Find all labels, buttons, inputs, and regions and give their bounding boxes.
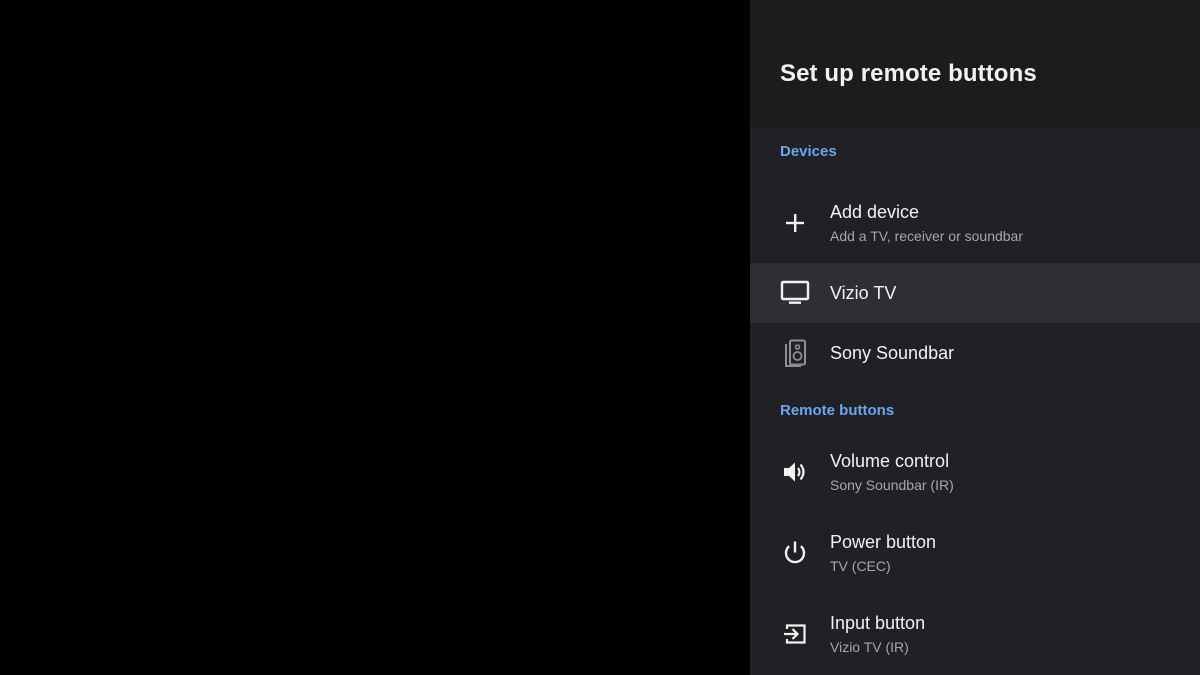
input-button-title: Input button xyxy=(830,612,926,633)
volume-control-title: Volume control xyxy=(830,450,950,471)
add-device-title: Add device xyxy=(830,201,920,222)
volume-control-subtitle: Sony Soundbar (IR) xyxy=(830,476,954,493)
device-item-vizio-tv-label: Vizio TV xyxy=(830,283,897,303)
section-header-remote-buttons: Remote buttons xyxy=(780,402,895,419)
volume-icon xyxy=(780,457,810,487)
device-item-sony-soundbar-label: Sony Soundbar xyxy=(830,343,955,363)
section-header-devices: Devices xyxy=(780,143,837,160)
input-icon xyxy=(780,619,810,649)
panel-header: Set up remote buttons xyxy=(750,0,1200,127)
power-icon xyxy=(780,538,810,568)
content-backdrop xyxy=(0,0,750,675)
power-button-subtitle: TV (CEC) xyxy=(830,557,891,574)
volume-control-item[interactable]: Volume control Sony Soundbar (IR) xyxy=(750,431,1200,512)
input-button-item[interactable]: Input button Vizio TV (IR) xyxy=(750,593,1200,674)
tv-icon xyxy=(780,278,810,308)
power-button-title: Power button xyxy=(830,531,937,552)
settings-side-panel: Set up remote buttons Devices Add device… xyxy=(750,0,1200,675)
power-button-item[interactable]: Power button TV (CEC) xyxy=(750,512,1200,593)
device-item-sony-soundbar[interactable]: Sony Soundbar xyxy=(750,323,1200,383)
speaker-icon xyxy=(780,338,810,368)
panel-title: Set up remote buttons xyxy=(780,60,1037,87)
add-device-item[interactable]: Add device Add a TV, receiver or soundba… xyxy=(750,182,1200,263)
screen: Set up remote buttons Devices Add device… xyxy=(0,0,1200,675)
device-item-vizio-tv[interactable]: Vizio TV xyxy=(750,263,1200,323)
add-device-subtitle: Add a TV, receiver or soundbar xyxy=(830,227,1024,244)
input-button-subtitle: Vizio TV (IR) xyxy=(830,638,909,655)
plus-icon xyxy=(780,208,810,238)
